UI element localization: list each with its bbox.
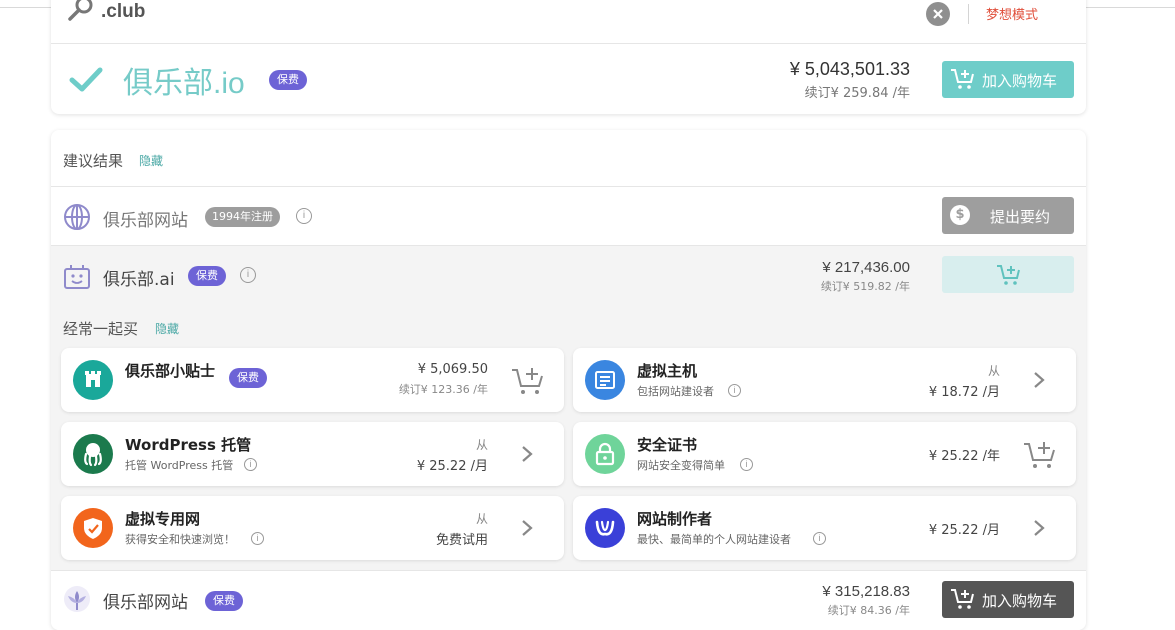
info-icon[interactable]: i bbox=[740, 458, 753, 471]
search-icon bbox=[68, 0, 93, 21]
tile-subtitle: 获得安全和快速浏览！ bbox=[125, 533, 235, 546]
info-icon[interactable]: i bbox=[251, 532, 264, 545]
hide-often-bought-link[interactable]: 隐藏 bbox=[155, 320, 179, 337]
suggestion-renewal: 续订¥ 519.82 /年 bbox=[820, 280, 910, 293]
cart-plus-icon[interactable] bbox=[1022, 438, 1058, 470]
chevron-right-icon[interactable] bbox=[520, 444, 534, 464]
suggestion-price: ¥ 217,436.00 bbox=[822, 259, 910, 276]
tile-price: ¥ 25.22 /月 bbox=[928, 523, 1000, 538]
premium-badge: 保费 bbox=[188, 266, 226, 286]
tile-title: 虚拟主机 bbox=[637, 362, 698, 380]
upsell-tile[interactable]: 安全证书 网站安全变得简单 i ¥ 25.22 /年 bbox=[573, 422, 1076, 486]
main-price: ¥ 5,043,501.33 bbox=[789, 59, 910, 79]
close-icon bbox=[933, 9, 943, 19]
make-offer-button[interactable]: $ 提出要约 bbox=[942, 197, 1074, 234]
tile-subtitle: 最快、最简单的个人网站建设者 bbox=[637, 533, 791, 546]
suggestions-title: 建议结果 bbox=[63, 152, 124, 170]
add-to-cart-button[interactable]: 加入购物车 bbox=[942, 61, 1074, 98]
upsell-tile[interactable]: 网站制作者 最快、最简单的个人网站建设者 i ¥ 25.22 /月 bbox=[573, 496, 1076, 560]
cart-plus-icon bbox=[997, 265, 1020, 285]
tile-title: 网站制作者 bbox=[637, 510, 713, 528]
suggestion-row[interactable]: 俱乐部.ai 保费 i ¥ 217,436.00 续订¥ 519.82 /年 bbox=[51, 246, 1086, 304]
make-offer-label: 提出要约 bbox=[990, 208, 1051, 226]
tile-subtitle: 网站安全变得简单 bbox=[637, 459, 725, 472]
add-to-cart-button[interactable] bbox=[942, 256, 1074, 293]
premium-badge: 保费 bbox=[205, 591, 243, 611]
suggestion-domain: 俱乐部网站 bbox=[103, 593, 188, 613]
tile-price: ¥ 18.72 /月 bbox=[928, 385, 1000, 400]
tile-subtitle: 包括网站建设者 bbox=[637, 385, 714, 398]
chevron-right-icon[interactable] bbox=[520, 518, 534, 538]
info-icon[interactable]: i bbox=[728, 384, 741, 397]
tile-from-label: 从 bbox=[987, 364, 1000, 378]
builder-icon bbox=[585, 508, 625, 548]
chevron-right-icon[interactable] bbox=[1032, 370, 1046, 390]
suggestion-domain: 俱乐部.ai bbox=[103, 270, 175, 290]
tile-title: WordPress 托管 bbox=[125, 436, 252, 454]
upsell-tile[interactable]: WordPress 托管 托管 WordPress 托管 i 从 ¥ 25.22… bbox=[61, 422, 564, 486]
upsell-tile[interactable]: 俱乐部小贴士 保费 ¥ 5,069.50 续订¥ 123.36 /年 bbox=[61, 348, 564, 412]
search-input[interactable]: .club bbox=[101, 1, 145, 23]
tile-price: 免费试用 bbox=[435, 533, 488, 548]
add-to-cart-label: 加入购物车 bbox=[982, 72, 1058, 90]
suggestions-header: 建议结果 隐藏 bbox=[51, 130, 1086, 187]
premium-badge: 保费 bbox=[229, 368, 267, 388]
tile-from-label: 从 bbox=[475, 512, 488, 526]
highlighted-section: 俱乐部.ai 保费 i ¥ 217,436.00 续订¥ 519.82 /年 经… bbox=[51, 246, 1086, 570]
tile-title: 安全证书 bbox=[637, 436, 698, 454]
add-to-cart-label: 加入购物车 bbox=[982, 592, 1058, 610]
main-result-card: .club 梦想模式 俱乐部.io 保费 ¥ 5,043,501.33 续订¥ … bbox=[51, 0, 1086, 114]
cart-plus-icon[interactable] bbox=[510, 364, 546, 396]
globe-icon bbox=[64, 204, 90, 230]
hide-suggestions-link[interactable]: 隐藏 bbox=[139, 152, 163, 169]
main-renewal-price: 续订¥ 259.84 /年 bbox=[804, 86, 910, 101]
dollar-icon: $ bbox=[950, 205, 970, 225]
upsell-tile[interactable]: 虚拟主机 包括网站建设者 i 从 ¥ 18.72 /月 bbox=[573, 348, 1076, 412]
main-domain-name: 俱乐部.io bbox=[123, 67, 245, 100]
suggestion-row[interactable]: 俱乐部网站 保费 ¥ 315,218.83 续订¥ 84.36 /年 加入购物车 bbox=[51, 570, 1086, 630]
tile-from-label: 从 bbox=[475, 438, 488, 452]
suggestion-row[interactable]: 俱乐部网站 1994年注册 i $ 提出要约 bbox=[51, 187, 1086, 246]
dream-mode-toggle[interactable]: 梦想模式 bbox=[986, 4, 1038, 23]
cart-plus-icon bbox=[951, 69, 974, 89]
tile-renewal: 续订¥ 123.36 /年 bbox=[398, 383, 488, 396]
divider bbox=[968, 4, 969, 24]
tile-title: 虚拟专用网 bbox=[125, 510, 201, 528]
suggestion-domain: 俱乐部网站 bbox=[103, 211, 188, 231]
info-icon[interactable]: i bbox=[244, 458, 257, 471]
clear-search-button[interactable] bbox=[926, 2, 950, 26]
tile-price: ¥ 5,069.50 bbox=[417, 362, 488, 377]
tile-price: ¥ 25.22 /月 bbox=[416, 459, 488, 474]
chevron-right-icon[interactable] bbox=[1032, 518, 1046, 538]
often-bought-title: 经常一起买 bbox=[63, 320, 139, 338]
server-icon bbox=[585, 360, 625, 400]
shield-icon bbox=[73, 508, 113, 548]
registered-badge: 1994年注册 bbox=[205, 207, 280, 227]
octopus-icon bbox=[73, 434, 113, 474]
building-icon bbox=[73, 360, 113, 400]
suggestion-renewal: 续订¥ 84.36 /年 bbox=[827, 604, 910, 617]
lotus-icon bbox=[64, 586, 90, 612]
lock-icon bbox=[585, 434, 625, 474]
premium-badge: 保费 bbox=[269, 70, 307, 90]
suggestions-card: 建议结果 隐藏 俱乐部网站 1994年注册 i $ 提出要约 俱乐部.ai 保费… bbox=[51, 130, 1086, 630]
tile-title: 俱乐部小贴士 bbox=[125, 362, 216, 380]
info-icon[interactable]: i bbox=[240, 267, 256, 283]
upsell-tile[interactable]: 虚拟专用网 获得安全和快速浏览！ i 从 免费试用 bbox=[61, 496, 564, 560]
tile-subtitle: 托管 WordPress 托管 bbox=[125, 459, 234, 472]
info-icon[interactable]: i bbox=[813, 532, 826, 545]
robot-icon bbox=[64, 265, 90, 289]
tile-price: ¥ 25.22 /年 bbox=[928, 449, 1000, 464]
check-icon bbox=[69, 67, 103, 92]
add-to-cart-button[interactable]: 加入购物车 bbox=[942, 581, 1074, 618]
search-bar: .club 梦想模式 bbox=[51, 0, 1086, 44]
suggestion-price: ¥ 315,218.83 bbox=[822, 583, 910, 600]
info-icon[interactable]: i bbox=[296, 208, 312, 224]
cart-plus-icon bbox=[951, 589, 974, 609]
